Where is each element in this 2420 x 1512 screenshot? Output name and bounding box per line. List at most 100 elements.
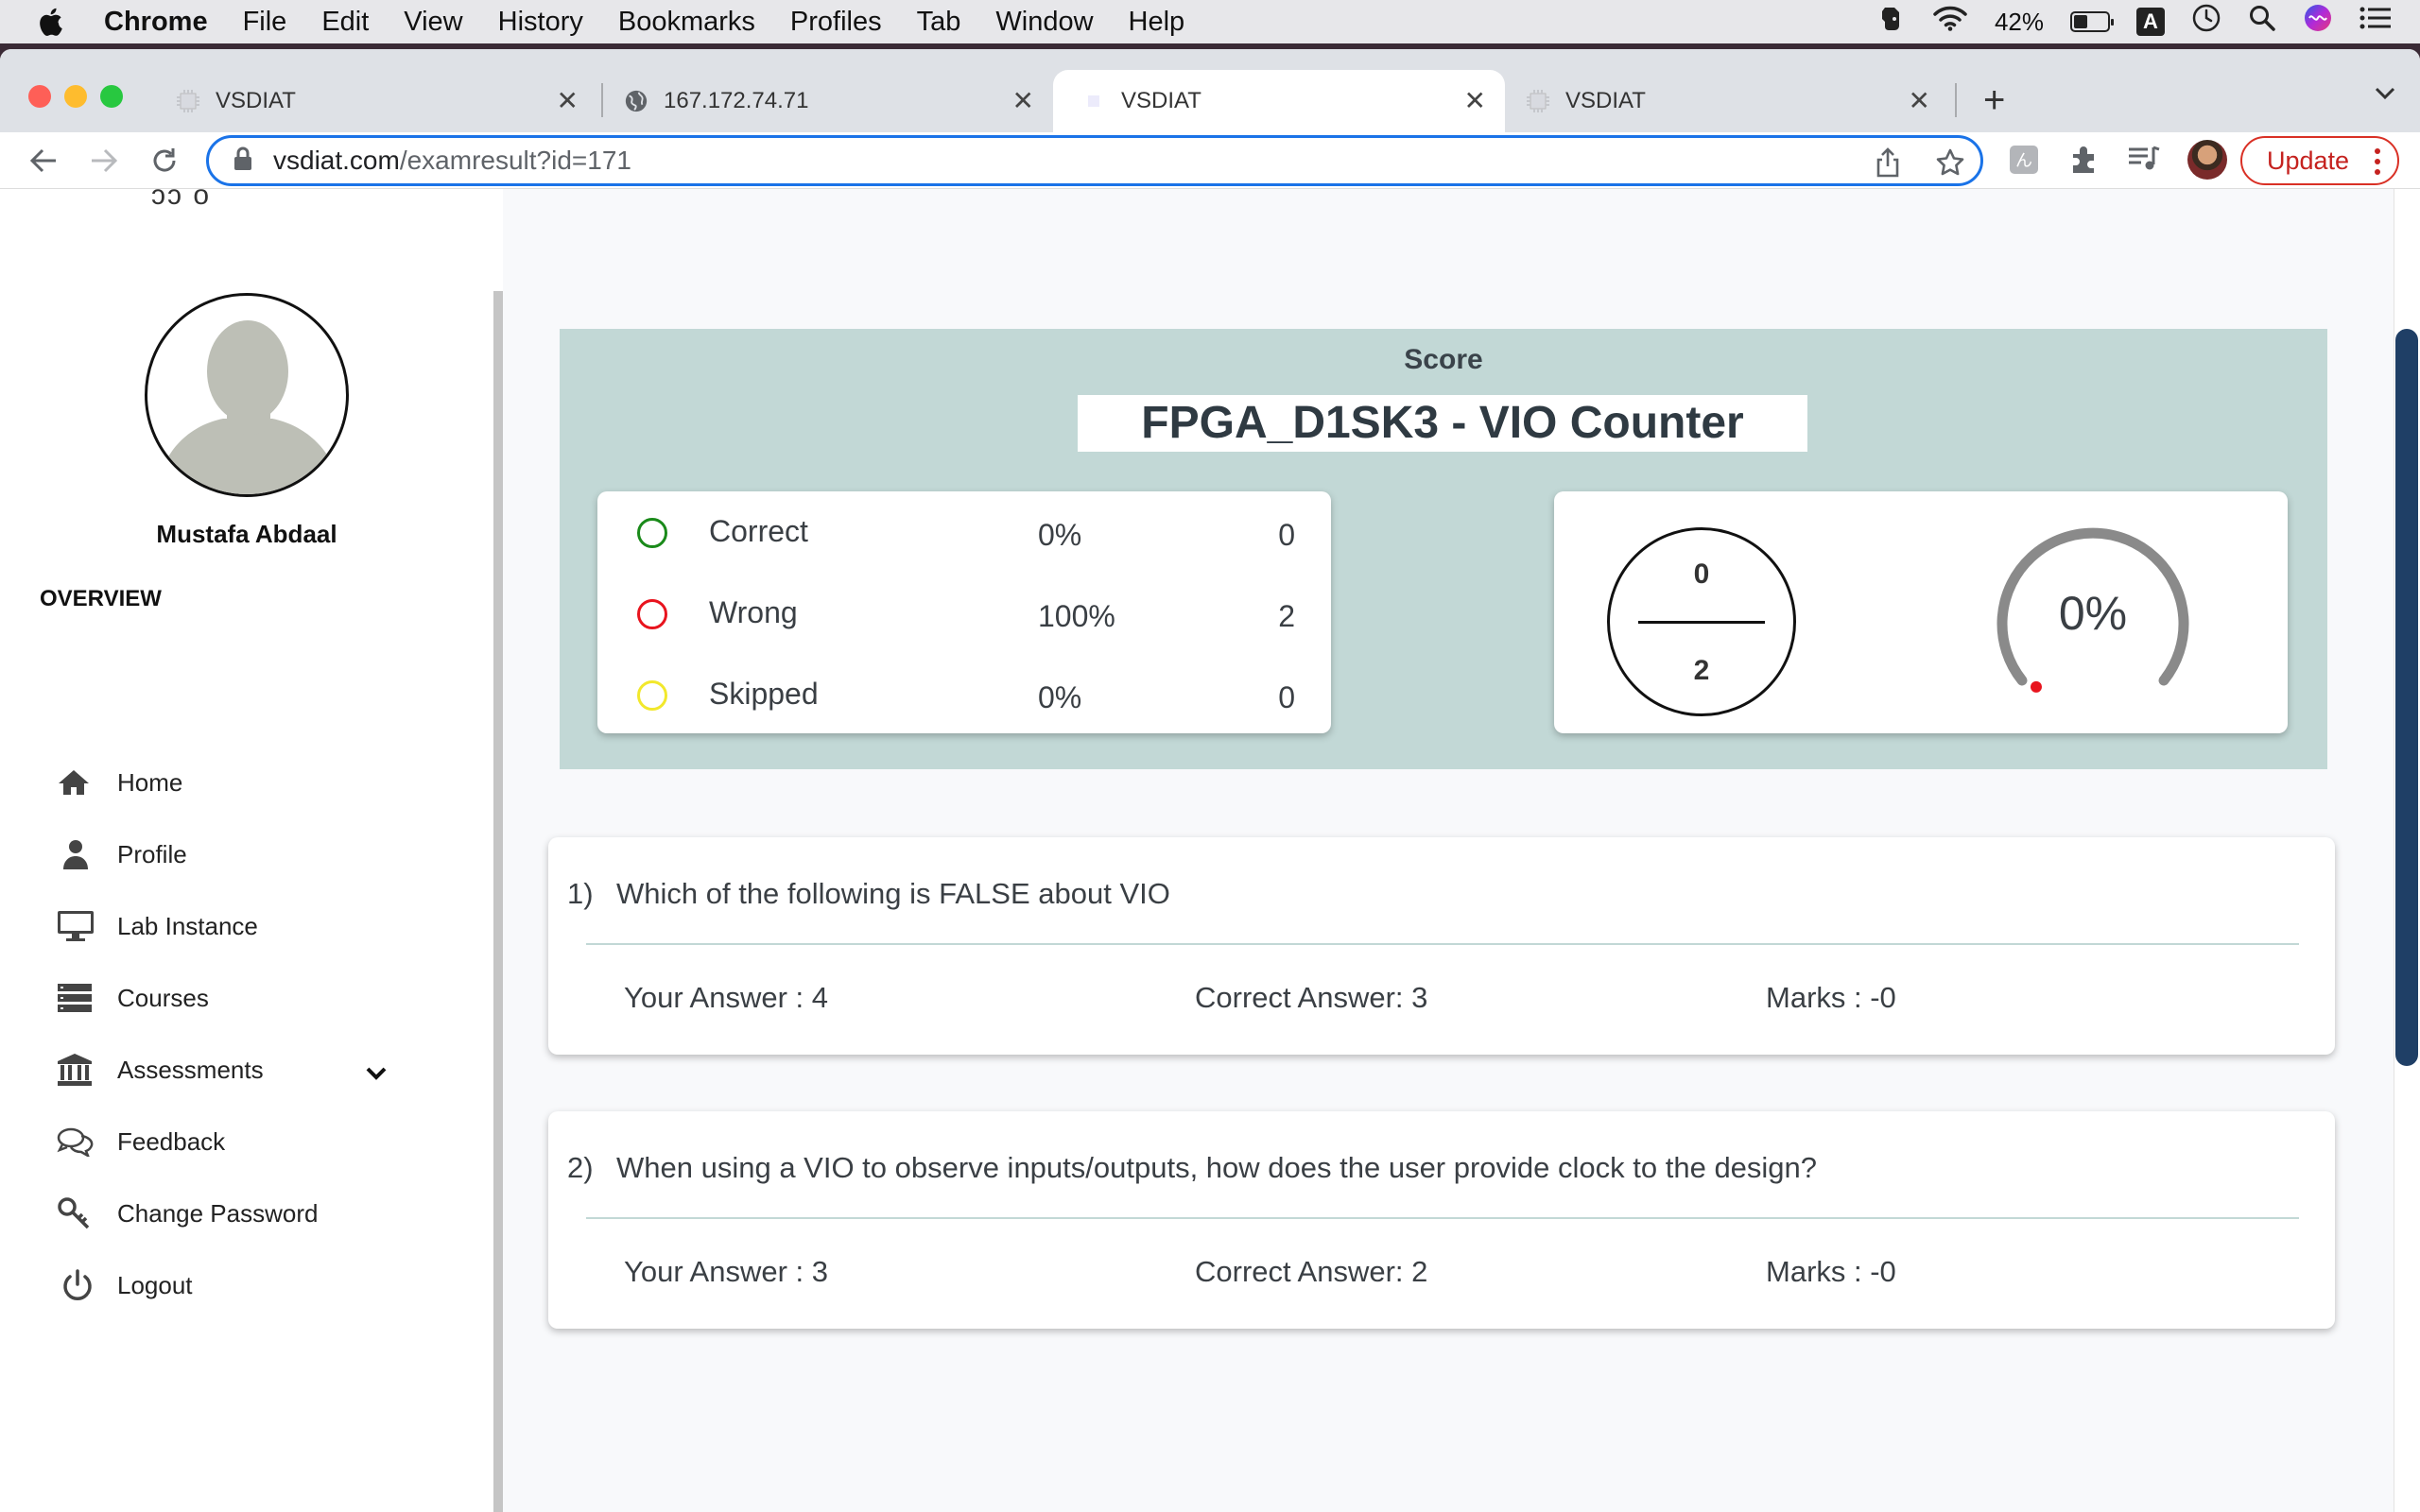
forward-arrow-icon[interactable] xyxy=(87,144,121,178)
menu-file[interactable]: File xyxy=(243,7,287,38)
extensions-puzzle-icon[interactable] xyxy=(2068,144,2100,180)
score-heading: Score xyxy=(1404,344,1483,375)
sidebar-item-lab-instance[interactable]: Lab Instance xyxy=(57,902,258,950)
page-scrollbar[interactable] xyxy=(2394,189,2420,1512)
window-minimize-button[interactable] xyxy=(64,85,87,108)
siri-icon[interactable] xyxy=(2303,3,2333,41)
tab-title: VSDIAT xyxy=(1121,88,1201,113)
apple-icon[interactable] xyxy=(38,8,76,36)
evernote-icon[interactable] xyxy=(1877,4,1906,40)
tab-strip: VSDIAT ✕ 167.172.74.71 ✕ VSDIAT ✕ VSDIAT… xyxy=(0,49,2420,132)
window-close-button[interactable] xyxy=(28,85,51,108)
tab-separator xyxy=(601,83,603,117)
tab-close-icon[interactable]: ✕ xyxy=(1909,88,1930,114)
bookmark-star-icon[interactable] xyxy=(1935,147,1965,182)
sidebar-item-logout[interactable]: Logout xyxy=(57,1262,193,1309)
share-icon[interactable] xyxy=(1875,147,1901,182)
menu-profiles[interactable]: Profiles xyxy=(790,7,882,38)
battery-percent: 42% xyxy=(1994,7,2044,36)
wrong-indicator-icon xyxy=(637,599,667,629)
more-menu-icon[interactable] xyxy=(2375,147,2380,176)
sidebar-item-label: Change Password xyxy=(117,1198,319,1228)
menu-tab[interactable]: Tab xyxy=(917,7,961,38)
sidebar: ɔɔ ȏ Mustafa Abdaal OVERVIEW Home Profil… xyxy=(0,189,492,1512)
stat-percent: 0% xyxy=(1038,680,1082,714)
tab-close-icon[interactable]: ✕ xyxy=(557,88,579,114)
stat-percent: 0% xyxy=(1038,518,1082,552)
sidebar-item-courses[interactable]: Courses xyxy=(57,974,209,1022)
main-content: Score FPGA_D1SK3 - VIO Counter Correct 0… xyxy=(503,189,2394,1512)
tab-vsdiat-1[interactable]: VSDIAT ✕ xyxy=(166,70,597,132)
question-text: Which of the following is FALSE about VI… xyxy=(616,877,1170,910)
window-zoom-button[interactable] xyxy=(100,85,123,108)
chevron-down-icon[interactable] xyxy=(365,1059,388,1089)
back-arrow-icon[interactable] xyxy=(26,144,60,178)
tab-separator xyxy=(1955,83,1957,117)
browser-toolbar: vsdiat.com/examresult?id=171 ん Update xyxy=(0,132,2420,189)
wifi-icon[interactable] xyxy=(1932,5,1968,39)
sidebar-item-home[interactable]: Home xyxy=(57,759,182,806)
update-label: Update xyxy=(2267,146,2350,175)
stat-row-correct: Correct 0% 0 xyxy=(597,508,1331,556)
question-number: 2) xyxy=(567,1151,594,1184)
menu-window[interactable]: Window xyxy=(995,7,1093,38)
chat-icon xyxy=(57,1126,100,1157)
tab-vsdiat-4[interactable]: VSDIAT ✕ xyxy=(1505,70,1949,132)
tab-vsdiat-active[interactable]: VSDIAT ✕ xyxy=(1053,70,1505,132)
extension-translate-icon[interactable]: ん xyxy=(2008,144,2040,180)
lock-icon[interactable] xyxy=(233,146,252,176)
sidebar-item-label: Profile xyxy=(117,839,187,868)
tab-search-chevron-icon[interactable] xyxy=(2375,87,2395,105)
web-page: ɔɔ ȏ Mustafa Abdaal OVERVIEW Home Profil… xyxy=(0,189,2420,1512)
stat-count: 0 xyxy=(1278,518,1295,552)
clock-icon[interactable] xyxy=(2191,3,2221,41)
update-button[interactable]: Update xyxy=(2240,136,2399,185)
macos-menu-bar: Chrome File Edit View History Bookmarks … xyxy=(0,0,2420,43)
question-card-2: 2) When using a VIO to observe inputs/ou… xyxy=(548,1111,2335,1329)
correct-indicator-icon xyxy=(637,518,667,548)
sidebar-item-label: Logout xyxy=(117,1270,193,1299)
stat-label: Correct xyxy=(709,514,808,548)
menu-help[interactable]: Help xyxy=(1129,7,1185,38)
address-bar[interactable]: vsdiat.com/examresult?id=171 xyxy=(206,135,1983,186)
sidebar-item-profile[interactable]: Profile xyxy=(57,831,187,878)
gauge-value-marker xyxy=(2031,680,2042,693)
sidebar-item-assessments[interactable]: Assessments xyxy=(57,1046,397,1093)
menu-edit[interactable]: Edit xyxy=(321,7,369,38)
menu-history[interactable]: History xyxy=(498,7,583,38)
reload-icon[interactable] xyxy=(147,144,182,178)
media-queue-icon[interactable] xyxy=(2127,144,2161,179)
profile-avatar-button[interactable] xyxy=(2187,140,2227,180)
fraction-denominator: 2 xyxy=(1693,655,1710,686)
menu-app-name[interactable]: Chrome xyxy=(104,7,208,38)
svg-text:ん: ん xyxy=(2015,151,2032,171)
default-user-silhouette-icon xyxy=(157,320,340,494)
tab-close-icon[interactable]: ✕ xyxy=(1012,88,1034,114)
site-logo-fragment[interactable]: ɔɔ ȏ xyxy=(151,189,211,212)
question-number: 1) xyxy=(567,877,594,910)
sidebar-item-change-password[interactable]: Change Password xyxy=(57,1190,318,1237)
input-source-icon[interactable]: A xyxy=(2136,8,2165,36)
stat-row-skipped: Skipped 0% 0 xyxy=(597,671,1331,718)
battery-icon[interactable] xyxy=(2070,11,2114,32)
scrollbar-thumb[interactable] xyxy=(2395,329,2418,1066)
stat-label: Wrong xyxy=(709,595,798,629)
score-gauge-card: 0 2 0% xyxy=(1554,491,2288,733)
home-icon xyxy=(57,768,100,797)
control-center-icon[interactable] xyxy=(2360,6,2392,38)
question-divider xyxy=(586,1217,2299,1219)
question-text: When using a VIO to observe inputs/outpu… xyxy=(616,1151,1818,1184)
stat-count: 0 xyxy=(1278,680,1295,714)
menu-view[interactable]: View xyxy=(404,7,462,38)
menu-bookmarks[interactable]: Bookmarks xyxy=(618,7,755,38)
key-icon xyxy=(57,1196,100,1230)
skipped-indicator-icon xyxy=(637,680,667,711)
spotlight-search-icon[interactable] xyxy=(2248,4,2276,40)
sidebar-item-feedback[interactable]: Feedback xyxy=(57,1118,225,1165)
new-tab-button[interactable]: + xyxy=(1983,81,2005,119)
browser-window: VSDIAT ✕ 167.172.74.71 ✕ VSDIAT ✕ VSDIAT… xyxy=(0,49,2420,1512)
sidebar-item-label: Feedback xyxy=(117,1126,226,1156)
tab-close-icon[interactable]: ✕ xyxy=(1464,88,1486,114)
url-host: vsdiat.com xyxy=(273,146,400,175)
tab-ip-address[interactable]: 167.172.74.71 ✕ xyxy=(618,70,1053,132)
